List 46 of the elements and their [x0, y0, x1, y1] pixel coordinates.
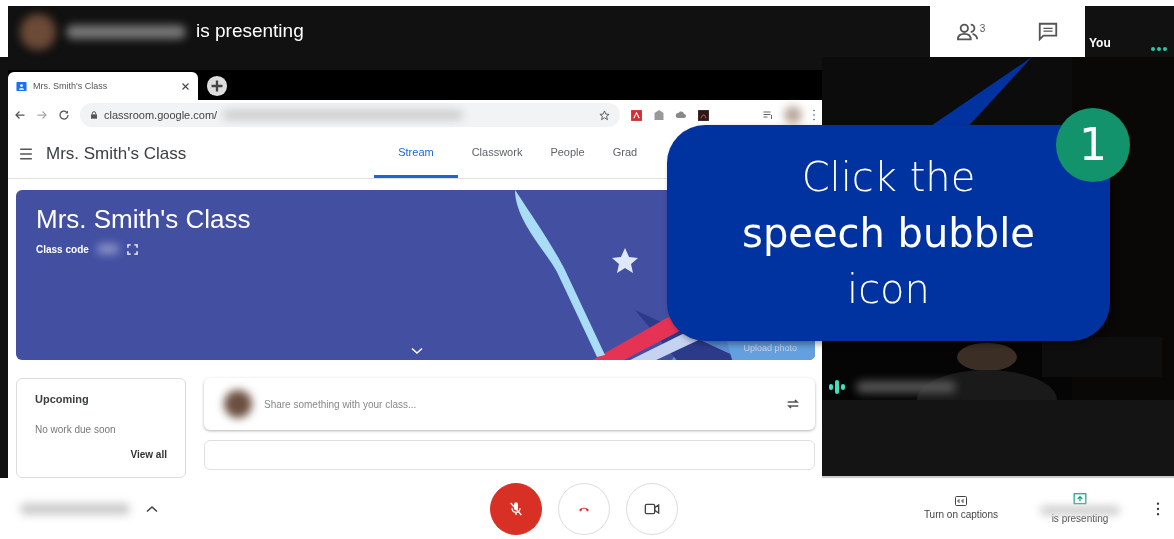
present-screen-icon[interactable]	[1072, 491, 1088, 506]
pdf-icon[interactable]	[697, 108, 710, 122]
upcoming-text: No work due soon	[35, 422, 117, 437]
speech-bubble-icon[interactable]	[1037, 20, 1060, 43]
captions-button[interactable]: Turn on captions	[923, 495, 998, 522]
microphone-button[interactable]	[490, 482, 542, 535]
captions-icon	[953, 495, 968, 507]
blurred-code	[96, 244, 119, 255]
classroom-tab[interactable]: Classwork	[457, 130, 537, 179]
upcoming-title: Upcoming	[35, 392, 90, 407]
reload-icon[interactable]	[58, 109, 70, 122]
banner-title: Mrs. Smith's Class	[36, 202, 251, 236]
lock-icon	[90, 110, 98, 121]
classroom-tab[interactable]: Grad	[598, 130, 652, 179]
caret-up-icon[interactable]	[146, 504, 158, 513]
menu-icon[interactable]	[18, 147, 34, 162]
class-title: Mrs. Smith's Class	[46, 143, 187, 166]
participant-count: 3	[979, 21, 986, 36]
presenting-label: is presenting	[1051, 511, 1109, 526]
close-icon[interactable]	[181, 81, 190, 91]
blurred-avatar	[224, 390, 252, 418]
new-tab-icon[interactable]	[206, 75, 228, 98]
classroom-tab[interactable]: Stream	[374, 130, 458, 179]
blurred-profile	[784, 106, 802, 125]
share-field[interactable]: Share something with your class...	[262, 395, 775, 413]
microphone-off-icon	[508, 500, 524, 517]
class-code-label: Class code	[36, 242, 89, 257]
classroom-icon	[16, 80, 27, 92]
callout-text: Click the speech bubble icon	[742, 153, 1035, 314]
presenter-status: is presenting	[196, 19, 304, 44]
blurred-avatar	[20, 13, 56, 50]
address-bar[interactable]: classroom.google.com/	[80, 103, 620, 128]
tab-title: Mrs. Smith's Class	[33, 79, 109, 93]
star-icon[interactable]	[599, 109, 610, 121]
more-dots-icon[interactable]	[1150, 46, 1168, 52]
url-text: classroom.google.com/	[104, 108, 218, 124]
fullscreen-icon[interactable]	[126, 243, 138, 255]
chevron-down-icon[interactable]	[411, 346, 423, 355]
more-vertical-icon[interactable]	[1156, 501, 1160, 516]
classroom-tab[interactable]: People	[536, 130, 599, 179]
view-all-link[interactable]: View all	[130, 446, 167, 462]
browser-tab[interactable]: Mrs. Smith's Class	[8, 72, 198, 101]
reading-list-icon[interactable]	[762, 109, 774, 122]
audio-level-icon	[828, 380, 846, 394]
people-button[interactable]: 3	[955, 20, 986, 43]
you-label: You	[1089, 35, 1111, 52]
